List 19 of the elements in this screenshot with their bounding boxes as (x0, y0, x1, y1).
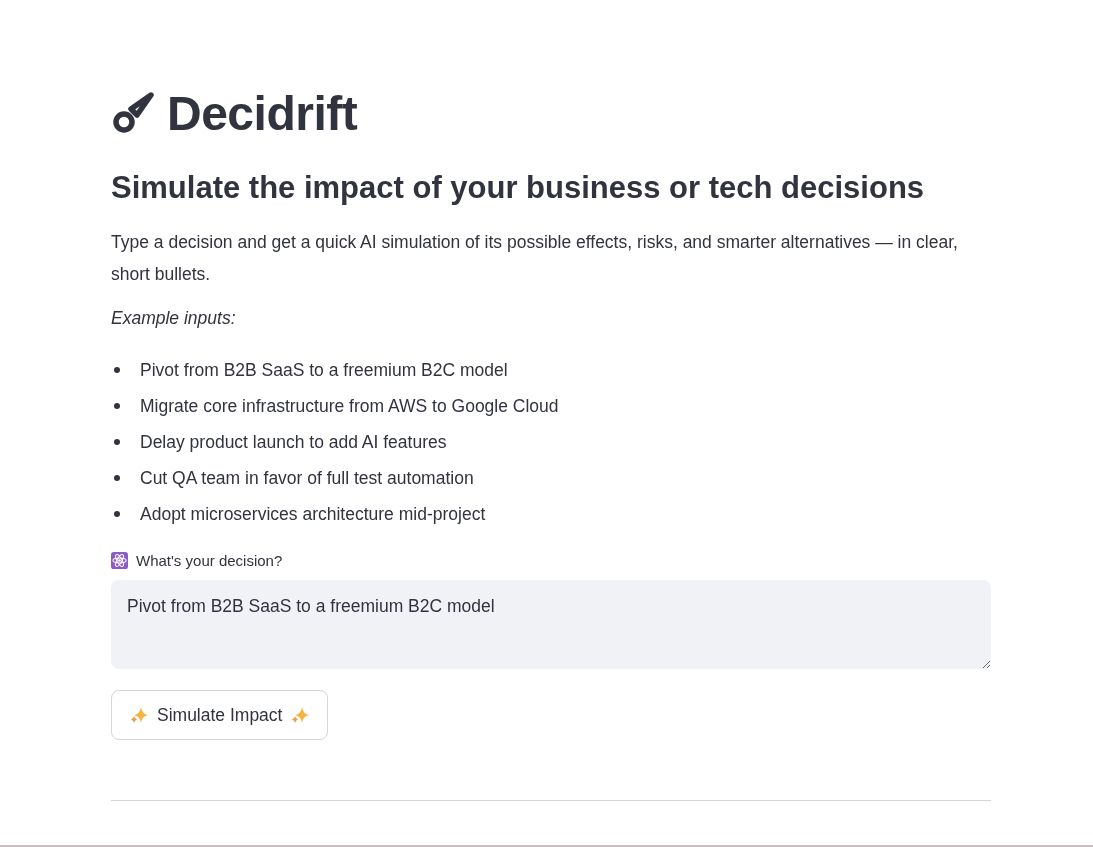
example-item: Adopt microservices architecture mid-project (140, 503, 486, 525)
simulate-button[interactable]: Simulate Impact (111, 690, 329, 740)
examples-label: Example inputs: (111, 307, 237, 330)
example-item: Pivot from B2B SaaS to a freemium B2C model (140, 359, 508, 381)
bullet-dot (114, 475, 120, 481)
field-label: What's your decision? (136, 551, 283, 569)
bullet-dot (114, 367, 120, 373)
comet-icon (111, 91, 155, 135)
bullet-dot (114, 403, 120, 409)
example-item: Delay product launch to add AI features (140, 431, 447, 453)
example-item: Cut QA team in favor of full test automation (140, 467, 474, 489)
bullet-dot (114, 511, 120, 517)
example-item: Migrate core infrastructure from AWS to Google Cloud (140, 395, 559, 417)
bullet-dot (114, 439, 120, 445)
description-text: Type a decision and get a quick AI simulation of its possible effects, risks, and smarter alternatives — in clear, short bullets. (111, 231, 959, 286)
decision-input[interactable]: Pivot from B2B SaaS to a freemium B2C model (111, 580, 991, 669)
page-subtitle: Simulate the impact of your business or tech decisions (111, 169, 926, 207)
atom-icon (111, 551, 128, 569)
app-title: Decidrift (167, 85, 358, 141)
